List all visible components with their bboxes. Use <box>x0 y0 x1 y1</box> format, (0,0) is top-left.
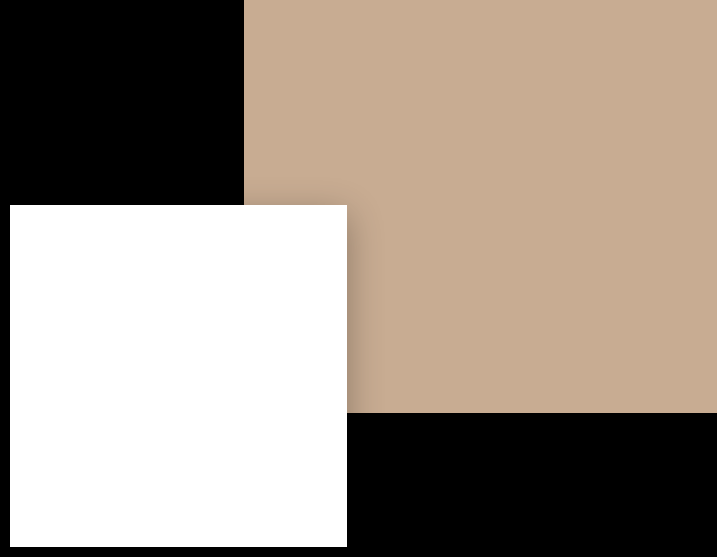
survey-card <box>10 205 347 547</box>
page-root <box>0 0 717 557</box>
